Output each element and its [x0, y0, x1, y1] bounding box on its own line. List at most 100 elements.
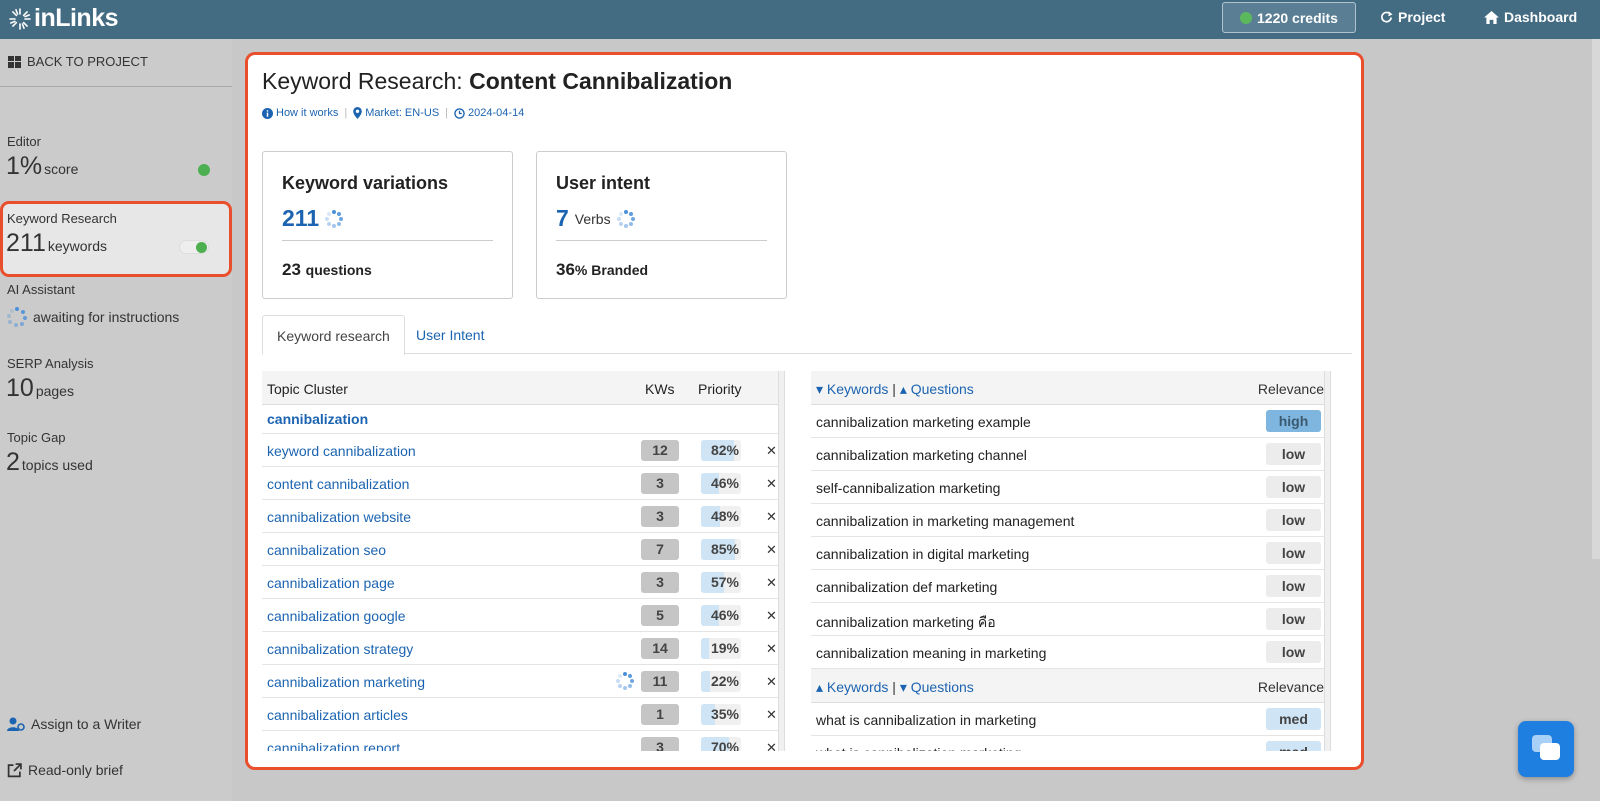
priority-bar: 22%: [701, 671, 741, 692]
remove-icon[interactable]: ✕: [766, 575, 777, 591]
sort-up-icon[interactable]: ▴: [816, 679, 823, 695]
main-panel: Keyword Research: Content Cannibalizatio…: [245, 52, 1364, 770]
remove-icon[interactable]: ✕: [766, 476, 777, 492]
sidebar-item-topic-gap[interactable]: Topic Gap 2 topics used: [0, 430, 232, 500]
group2-header: ▴ Keywords | ▾ Questions Relevance: [811, 669, 1324, 703]
topic-link[interactable]: cannibalization articles: [267, 707, 408, 723]
table-row[interactable]: cannibalization website 3 48% ✕: [262, 500, 779, 533]
meta-bar: How it works | Market: EN-US | 2024-04-1…: [262, 107, 524, 119]
sidebar-item-serp-analysis[interactable]: SERP Analysis 10 pages: [0, 356, 232, 426]
table-row[interactable]: cannibalization seo 7 85% ✕: [262, 533, 779, 566]
questions-sort-link[interactable]: Questions: [911, 679, 974, 695]
question-text: cannibalization in marketing management: [816, 513, 1075, 529]
question-row[interactable]: cannibalization in marketing management l…: [811, 504, 1324, 537]
market-label: Market: EN-US: [353, 107, 439, 119]
logo[interactable]: inLinks: [8, 4, 119, 33]
page-scrollbar[interactable]: [1592, 39, 1600, 559]
sidebar-item-editor[interactable]: Editor 1% score: [0, 134, 232, 204]
table-row[interactable]: cannibalization articles 1 35% ✕: [262, 698, 779, 731]
question-row[interactable]: cannibalization marketing example high: [811, 405, 1324, 438]
keywords-sort-link[interactable]: Keywords: [827, 679, 888, 695]
topic-link[interactable]: cannibalization website: [267, 509, 411, 525]
question-row[interactable]: self-cannibalization marketing low: [811, 471, 1324, 504]
remove-icon[interactable]: ✕: [766, 707, 777, 723]
cluster-row[interactable]: cannibalization: [262, 405, 779, 434]
remove-icon[interactable]: ✕: [766, 542, 777, 558]
remove-icon[interactable]: ✕: [766, 509, 777, 525]
table-row[interactable]: cannibalization google 5 46% ✕: [262, 599, 779, 632]
tab-user-intent[interactable]: User Intent: [402, 315, 498, 355]
relevance-header: Relevance: [1257, 679, 1324, 695]
relevance-badge: low: [1266, 608, 1321, 630]
topic-link[interactable]: cannibalization google: [267, 608, 406, 624]
remove-icon[interactable]: ✕: [766, 608, 777, 624]
question-row[interactable]: cannibalization meaning in marketing low: [811, 636, 1324, 669]
credits-button[interactable]: 1220 credits: [1222, 2, 1356, 33]
priority-bar: 19%: [701, 638, 741, 659]
relevance-badge: low: [1266, 575, 1321, 597]
sort-up-icon[interactable]: ▴: [900, 381, 907, 397]
sort-down-icon[interactable]: ▾: [900, 679, 907, 695]
question-row[interactable]: cannibalization marketing channel low: [811, 438, 1324, 471]
table-row[interactable]: cannibalization marketing 11 22% ✕: [262, 665, 779, 698]
dashboard-link[interactable]: Dashboard: [1484, 9, 1577, 25]
topic-link[interactable]: cannibalization seo: [267, 542, 386, 558]
priority-bar: 57%: [701, 572, 741, 593]
status-toggle[interactable]: [179, 240, 209, 254]
relevance-badge: med: [1266, 741, 1321, 751]
question-row[interactable]: what is cannibalization marketing med: [811, 736, 1324, 751]
column-header-topic-cluster[interactable]: Topic Cluster: [267, 381, 348, 397]
relevance-badge: low: [1266, 641, 1321, 663]
right-table-scrollbar[interactable]: [1324, 371, 1331, 751]
cluster-name[interactable]: cannibalization: [267, 411, 368, 427]
table-row[interactable]: cannibalization report 3 70% ✕: [262, 731, 779, 751]
question-row[interactable]: what is cannibalization in marketing med: [811, 703, 1324, 736]
sort-down-icon[interactable]: ▾: [816, 381, 823, 397]
back-to-project-link[interactable]: BACK TO PROJECT: [8, 54, 148, 69]
sidebar-item-ai-assistant[interactable]: AI Assistant awaiting for instructions: [0, 282, 232, 352]
kw-count-badge: 3: [641, 572, 679, 593]
sidebar-item-keyword-research[interactable]: Keyword Research 211 keywords: [0, 201, 232, 277]
topic-link[interactable]: cannibalization page: [267, 575, 395, 591]
remove-icon[interactable]: ✕: [766, 641, 777, 657]
remove-icon[interactable]: ✕: [766, 674, 777, 690]
grid-icon: [8, 55, 21, 68]
table-row[interactable]: content cannibalization 3 46% ✕: [262, 467, 779, 500]
user-intent-card: User intent 7 Verbs 36% Branded: [536, 151, 787, 299]
question-row[interactable]: cannibalization marketing คือ low: [811, 603, 1324, 636]
table-row[interactable]: cannibalization strategy 14 19% ✕: [262, 632, 779, 665]
group1-header: ▾ Keywords | ▴ Questions Relevance: [811, 371, 1324, 405]
chat-button[interactable]: [1518, 721, 1574, 777]
topic-link[interactable]: cannibalization marketing: [267, 674, 425, 690]
project-link[interactable]: Project: [1380, 9, 1445, 25]
table-row[interactable]: cannibalization page 3 57% ✕: [262, 566, 779, 599]
priority-bar: 35%: [701, 704, 741, 725]
left-table-scrollbar[interactable]: [778, 371, 785, 751]
remove-icon[interactable]: ✕: [766, 740, 777, 751]
column-header-priority[interactable]: Priority: [698, 381, 742, 397]
sidebar-item-label: Editor: [7, 134, 41, 149]
read-only-brief-link[interactable]: Read-only brief: [7, 762, 123, 778]
user-gear-icon: [7, 717, 25, 731]
question-row[interactable]: cannibalization def marketing low: [811, 570, 1324, 603]
kw-count-badge: 5: [641, 605, 679, 626]
topic-link[interactable]: cannibalization strategy: [267, 641, 413, 657]
kw-count-badge: 14: [641, 638, 679, 659]
question-text: what is cannibalization in marketing: [816, 712, 1037, 728]
questions-sort-link[interactable]: Questions: [911, 381, 974, 397]
remove-icon[interactable]: ✕: [766, 443, 777, 459]
sidebar-item-label: SERP Analysis: [7, 356, 94, 371]
column-header-kws[interactable]: KWs: [645, 381, 675, 397]
question-row[interactable]: cannibalization in digital marketing low: [811, 537, 1324, 570]
kw-count-badge: 7: [641, 539, 679, 560]
assign-writer-link[interactable]: Assign to a Writer: [7, 716, 141, 732]
how-it-works-link[interactable]: How it works: [262, 107, 338, 119]
keywords-sort-link[interactable]: Keywords: [827, 381, 888, 397]
tab-bar: Keyword research User Intent: [262, 315, 1352, 355]
table-row[interactable]: keyword cannibalization 12 82% ✕: [262, 434, 779, 467]
topic-link[interactable]: keyword cannibalization: [267, 443, 416, 459]
question-text: what is cannibalization marketing: [816, 745, 1021, 751]
tab-keyword-research[interactable]: Keyword research: [262, 315, 405, 355]
topic-link[interactable]: content cannibalization: [267, 476, 409, 492]
topic-link[interactable]: cannibalization report: [267, 740, 400, 751]
